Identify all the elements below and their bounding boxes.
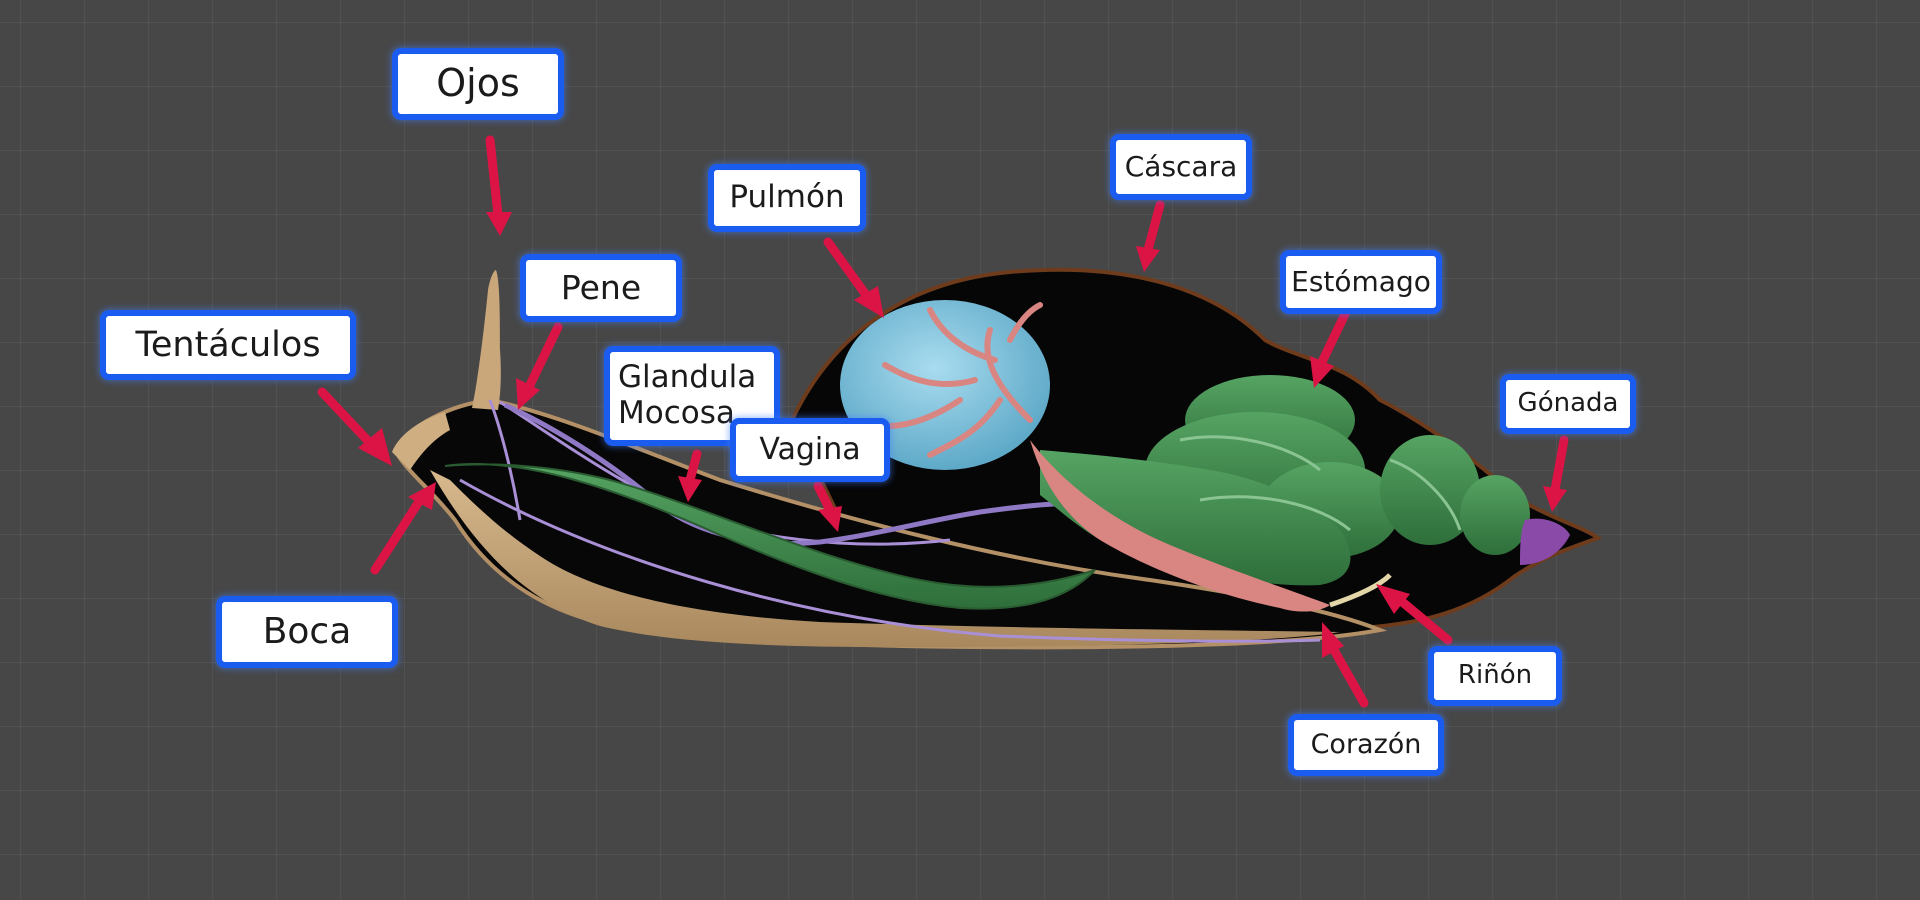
arrow-pulmon <box>823 237 884 318</box>
label-pene: Pene <box>520 254 682 322</box>
label-cascara: Cáscara <box>1110 134 1252 200</box>
arrow-gonada <box>1543 435 1569 512</box>
label-boca: Boca <box>216 596 398 668</box>
arrow-tentaculos <box>317 387 392 466</box>
arrow-ojos <box>485 135 512 236</box>
tentacle-shape <box>472 270 501 410</box>
label-tentaculos: Tentáculos <box>100 310 356 380</box>
diagram-stage: Ojos Tentáculos Pene Boca Glandula Mocos… <box>0 0 1920 900</box>
label-estomago: Estómago <box>1280 250 1442 314</box>
snail-anatomy-diagram <box>317 135 1603 708</box>
label-pulmon: Pulmón <box>708 164 866 232</box>
label-corazon: Corazón <box>1288 714 1444 776</box>
arrow-boca <box>370 482 436 575</box>
label-rinon: Riñón <box>1428 646 1562 706</box>
arrow-cascara <box>1136 200 1165 272</box>
label-vagina: Vagina <box>730 418 890 482</box>
arrow-pene <box>516 322 563 410</box>
label-ojos: Ojos <box>392 48 564 120</box>
label-gonada: Gónada <box>1500 374 1636 434</box>
